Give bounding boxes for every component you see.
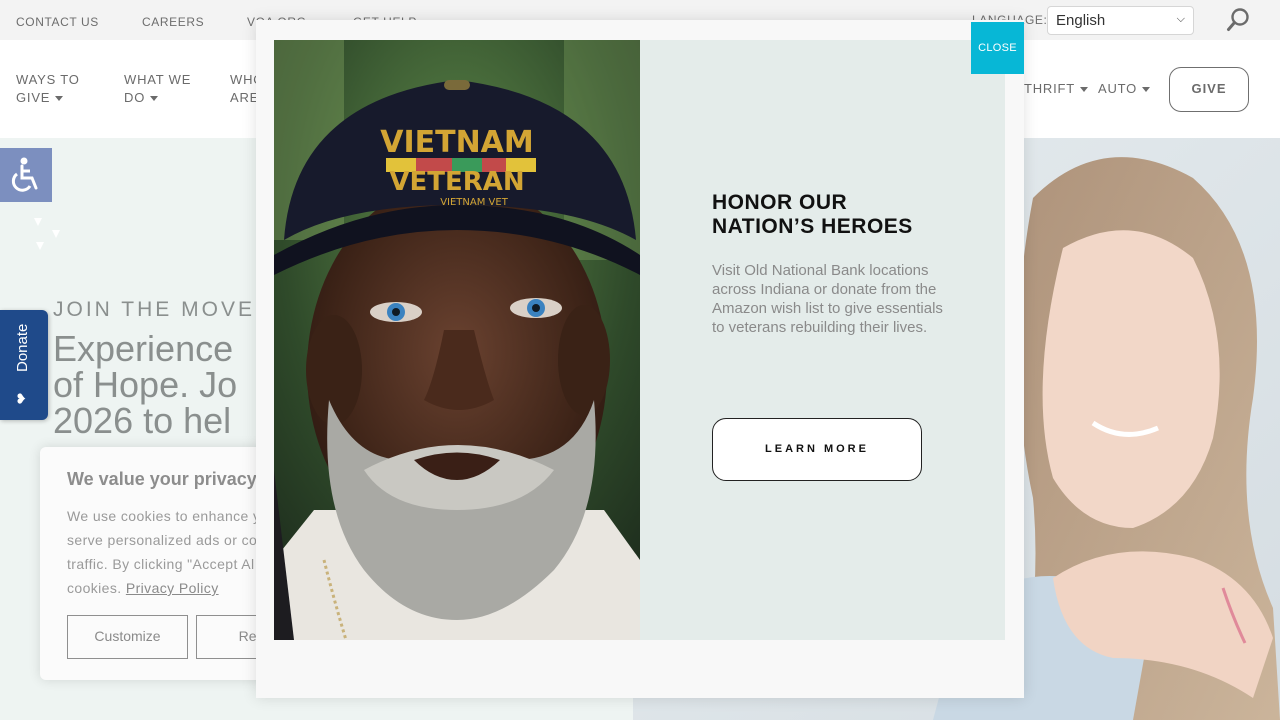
cap-text-line-1: VIETNAM [380,125,534,160]
nav-label: THRIFT [1024,81,1076,96]
close-modal-button[interactable]: CLOSE [971,22,1024,74]
hero-kicker: JOIN THE MOVEM [53,298,276,321]
contact-us-link[interactable]: CONTACT US [16,15,99,29]
nav-label: WHAT WE [124,72,192,87]
promo-content-panel [640,40,1005,640]
caret-down-icon [1142,87,1151,93]
cookie-body-line: cookies. [67,580,122,596]
nav-auto[interactable]: AUTO [1098,80,1151,98]
donate-label: Donate [14,323,31,372]
learn-more-button[interactable]: LEARN MORE [712,418,922,481]
heart-icon: ❤ [13,392,30,405]
nav-label: AUTO [1098,81,1138,96]
nav-ways-to-give[interactable]: WAYS TO GIVE [16,71,80,107]
promo-heading-line: HONOR OUR [712,191,848,214]
veteran-portrait-image: VIETNAM VETERAN VIETNAM VET [274,40,640,640]
veteran-photo: VIETNAM VETERAN VIETNAM VET [274,40,640,640]
donate-side-tab[interactable]: Donate ❤ [0,310,48,420]
cookie-title: We value your privacy [67,469,257,489]
accessibility-button[interactable] [0,148,52,202]
nav-label: DO [124,90,146,105]
nav-label: WAYS TO [16,72,80,87]
nav-thrift[interactable]: THRIFT [1024,80,1089,98]
promo-heading-line: NATION’S HEROES [712,215,913,238]
caret-down-icon [150,96,159,102]
chevron-down-icon: ⌵ [1176,13,1185,25]
language-value: English [1056,12,1106,29]
hearts-decoration-icon [34,218,60,250]
caret-down-icon [55,96,64,102]
cap-text-line-2: VETERAN [389,167,524,197]
customize-button[interactable]: Customize [67,615,188,659]
accessibility-icon [11,157,38,192]
promo-description: Visit Old National Bank locations across… [712,262,943,336]
caret-down-icon [1080,87,1089,93]
nav-label: GIVE [16,90,51,105]
give-button[interactable]: GIVE [1169,67,1249,112]
cap-text-line-3: VIETNAM VET [440,197,509,208]
search-icon[interactable] [1226,6,1252,34]
nav-what-we-do[interactable]: WHAT WE DO [124,71,191,107]
language-select[interactable]: English ⌵ [1047,6,1194,35]
privacy-policy-link[interactable]: Privacy Policy [126,580,219,596]
careers-link[interactable]: CAREERS [142,15,204,29]
promo-heading: HONOR OUR NATION’S HEROES [712,191,962,239]
